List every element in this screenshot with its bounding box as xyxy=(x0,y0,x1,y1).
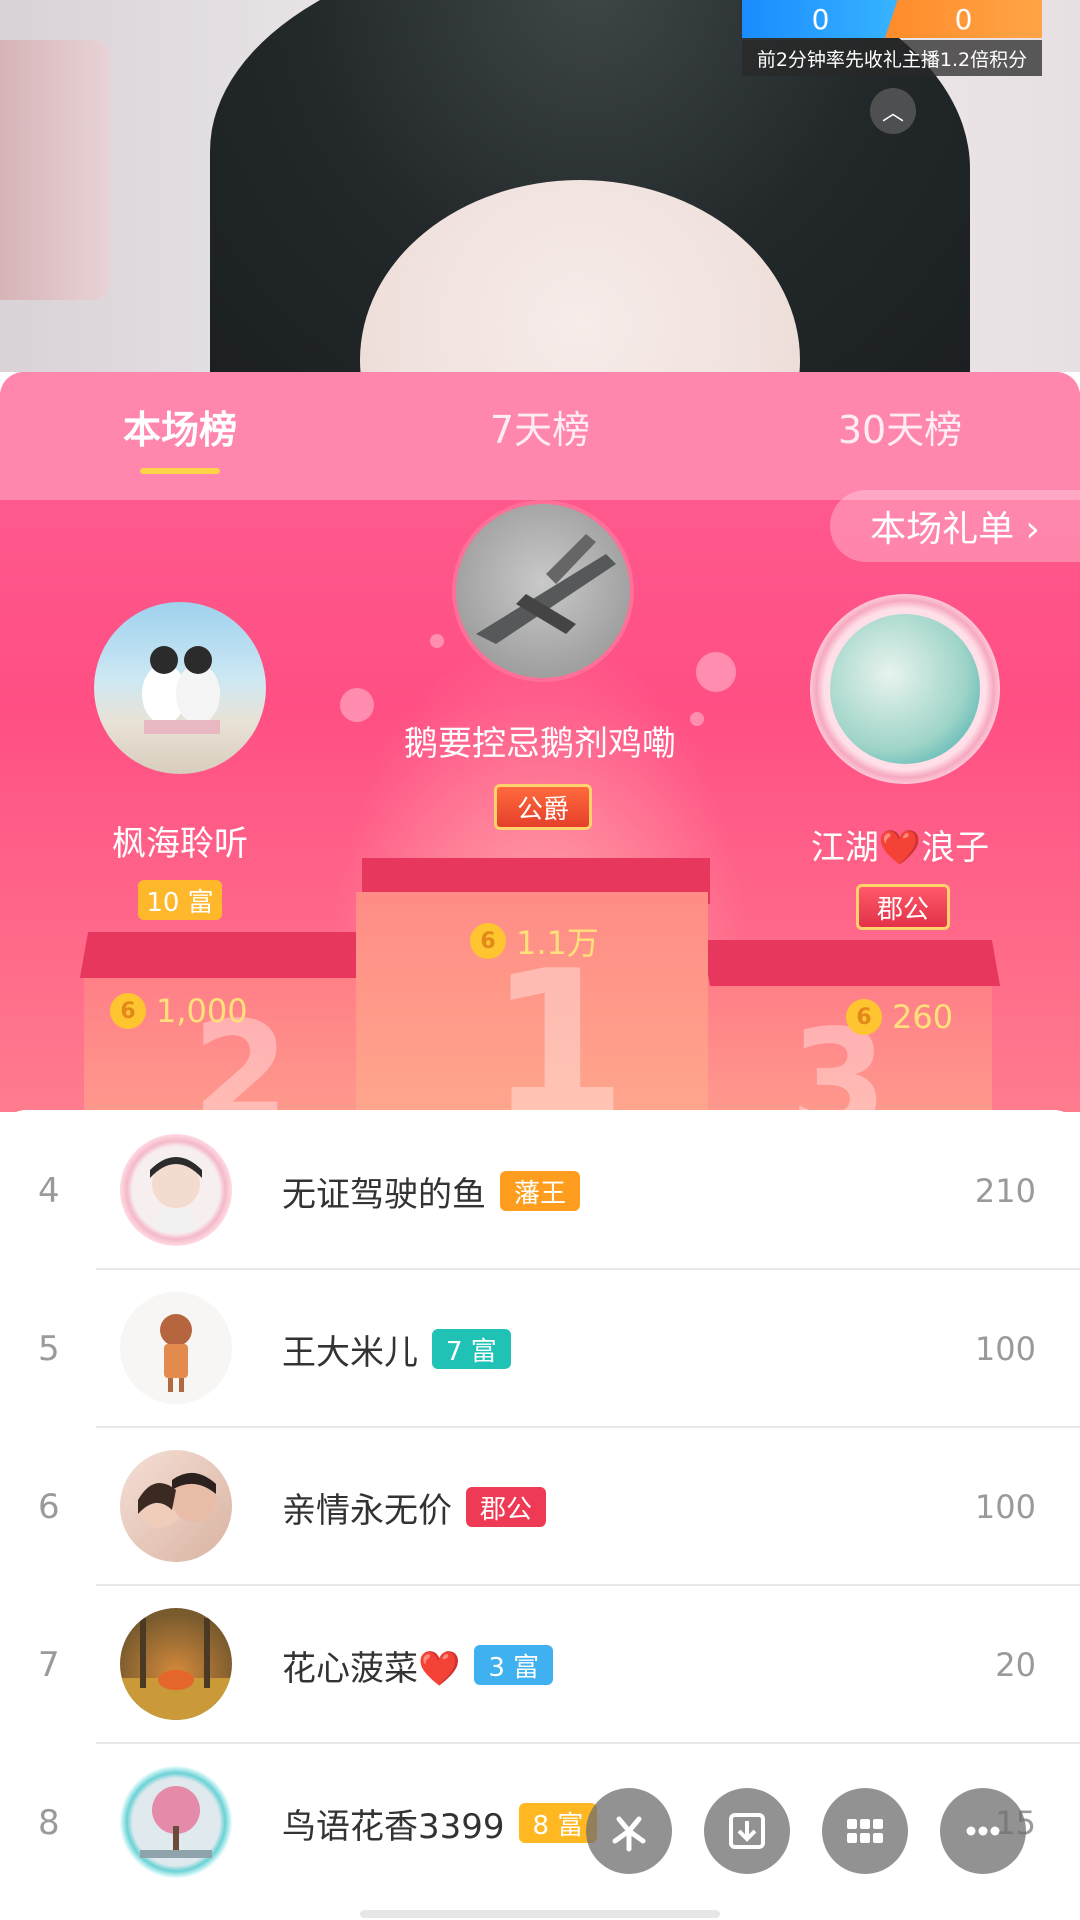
autumn-scene-icon xyxy=(120,1618,232,1720)
user-score: 20 xyxy=(995,1646,1036,1684)
avatar-first[interactable] xyxy=(452,500,634,682)
list-item[interactable]: 6 亲情永无价 郡公 100 xyxy=(0,1428,1080,1586)
rank-number: 4 xyxy=(38,1171,60,1211)
user-badge: 7 富 xyxy=(432,1329,511,1369)
tab-7-days[interactable]: 7天榜 xyxy=(360,372,720,500)
couple-photo-icon xyxy=(142,646,220,734)
second-name: 枫海聆听 xyxy=(112,824,248,864)
ranking-panel: 本场榜 7天榜 30天榜 本场礼单 › 2 3 1 鹅要控忌鹅剂鸡嘞 公爵 6 … xyxy=(0,372,1080,1112)
live-video[interactable]: 0 0 前2分钟率先收礼主播1.2倍积分 ︿ xyxy=(0,0,1080,372)
avatar[interactable] xyxy=(120,1134,232,1246)
list-item[interactable]: 4 无证驾驶的鱼 藩王 210 xyxy=(0,1112,1080,1270)
user-score: 100 xyxy=(974,1330,1036,1368)
tab-active-indicator xyxy=(140,467,220,474)
second-coins: 6 1,000 xyxy=(110,992,248,1030)
avatar[interactable] xyxy=(120,1292,232,1404)
first-coins-value: 1.1万 xyxy=(516,924,599,962)
sparkle-icon[interactable] xyxy=(586,1788,672,1874)
more-icon[interactable] xyxy=(940,1788,1026,1874)
avatar-third[interactable] xyxy=(830,614,980,764)
gift-list-link[interactable]: 本场礼单 › xyxy=(830,490,1080,562)
user-badge: 郡公 xyxy=(466,1487,547,1527)
first-badge: 公爵 xyxy=(494,784,592,830)
second-badge: 10 富 xyxy=(138,880,222,920)
rank-number: 6 xyxy=(38,1487,60,1527)
user-name: 亲情永无价 郡公 xyxy=(282,1428,547,1586)
tab-label: 7天榜 xyxy=(489,407,591,452)
blossom-tree-icon xyxy=(140,1786,212,1858)
jet-plane-icon xyxy=(476,534,616,644)
pk-score-right: 0 xyxy=(885,0,1042,38)
avatar[interactable] xyxy=(120,1450,232,1562)
list-item[interactable]: 7 花心菠菜❤️ 3 富 20 xyxy=(0,1586,1080,1744)
avatar[interactable] xyxy=(120,1608,232,1720)
user-name: 鸟语花香3399 8 富 xyxy=(282,1744,598,1902)
third-coins: 6 260 xyxy=(846,998,953,1036)
grid-icon[interactable] xyxy=(822,1788,908,1874)
user-name: 花心菠菜❤️ 3 富 xyxy=(282,1586,554,1744)
user-score: 100 xyxy=(974,1488,1036,1526)
rank-number: 7 xyxy=(38,1645,60,1685)
ranking-tabs: 本场榜 7天榜 30天榜 xyxy=(0,372,1080,500)
cartoon-girl-icon xyxy=(160,1314,192,1392)
couple-portrait-icon xyxy=(138,1472,216,1528)
avatar-second[interactable] xyxy=(94,602,266,774)
tab-this-session[interactable]: 本场榜 xyxy=(0,372,360,500)
home-indicator xyxy=(360,1910,720,1918)
first-name: 鹅要控忌鹅剂鸡嘞 xyxy=(404,724,676,764)
first-coins: 6 1.1万 xyxy=(470,918,599,964)
ranking-list: 4 无证驾驶的鱼 藩王 210 5 王大米儿 7 富 100 6 亲情永无价 郡… xyxy=(0,1110,1080,1920)
third-badge: 郡公 xyxy=(856,884,950,930)
user-name: 无证驾驶的鱼 藩王 xyxy=(282,1112,581,1270)
decor-bubble xyxy=(696,652,736,692)
pk-caption: 前2分钟率先收礼主播1.2倍积分 xyxy=(742,40,1042,76)
tab-label: 本场榜 xyxy=(122,407,237,452)
portrait-icon xyxy=(150,1157,202,1232)
background-decor xyxy=(0,40,110,300)
third-coins-value: 260 xyxy=(892,998,954,1036)
coin-icon: 6 xyxy=(110,993,146,1029)
third-name: 江湖❤️浪子 xyxy=(810,828,990,868)
collapse-icon[interactable]: ︿ xyxy=(870,88,916,134)
download-icon[interactable] xyxy=(704,1788,790,1874)
list-item[interactable]: 5 王大米儿 7 富 100 xyxy=(0,1270,1080,1428)
pk-score-left: 0 xyxy=(742,0,899,38)
rank-number: 5 xyxy=(38,1329,60,1369)
coin-icon: 6 xyxy=(846,999,882,1035)
decor-bubble xyxy=(430,634,444,648)
user-score: 210 xyxy=(974,1172,1036,1210)
tab-label: 30天榜 xyxy=(837,407,963,452)
user-badge: 藩王 xyxy=(500,1171,581,1211)
pk-score-bar: 0 0 xyxy=(742,0,1042,38)
rank-number: 8 xyxy=(38,1803,60,1843)
coin-icon: 6 xyxy=(470,923,506,959)
avatar[interactable] xyxy=(120,1766,232,1878)
list-item[interactable]: 8 鸟语花香3399 8 富 15 xyxy=(0,1744,1080,1902)
user-badge: 3 富 xyxy=(474,1645,554,1685)
user-name: 王大米儿 7 富 xyxy=(282,1270,511,1428)
tab-30-days[interactable]: 30天榜 xyxy=(720,372,1080,500)
second-coins-value: 1,000 xyxy=(156,992,248,1030)
